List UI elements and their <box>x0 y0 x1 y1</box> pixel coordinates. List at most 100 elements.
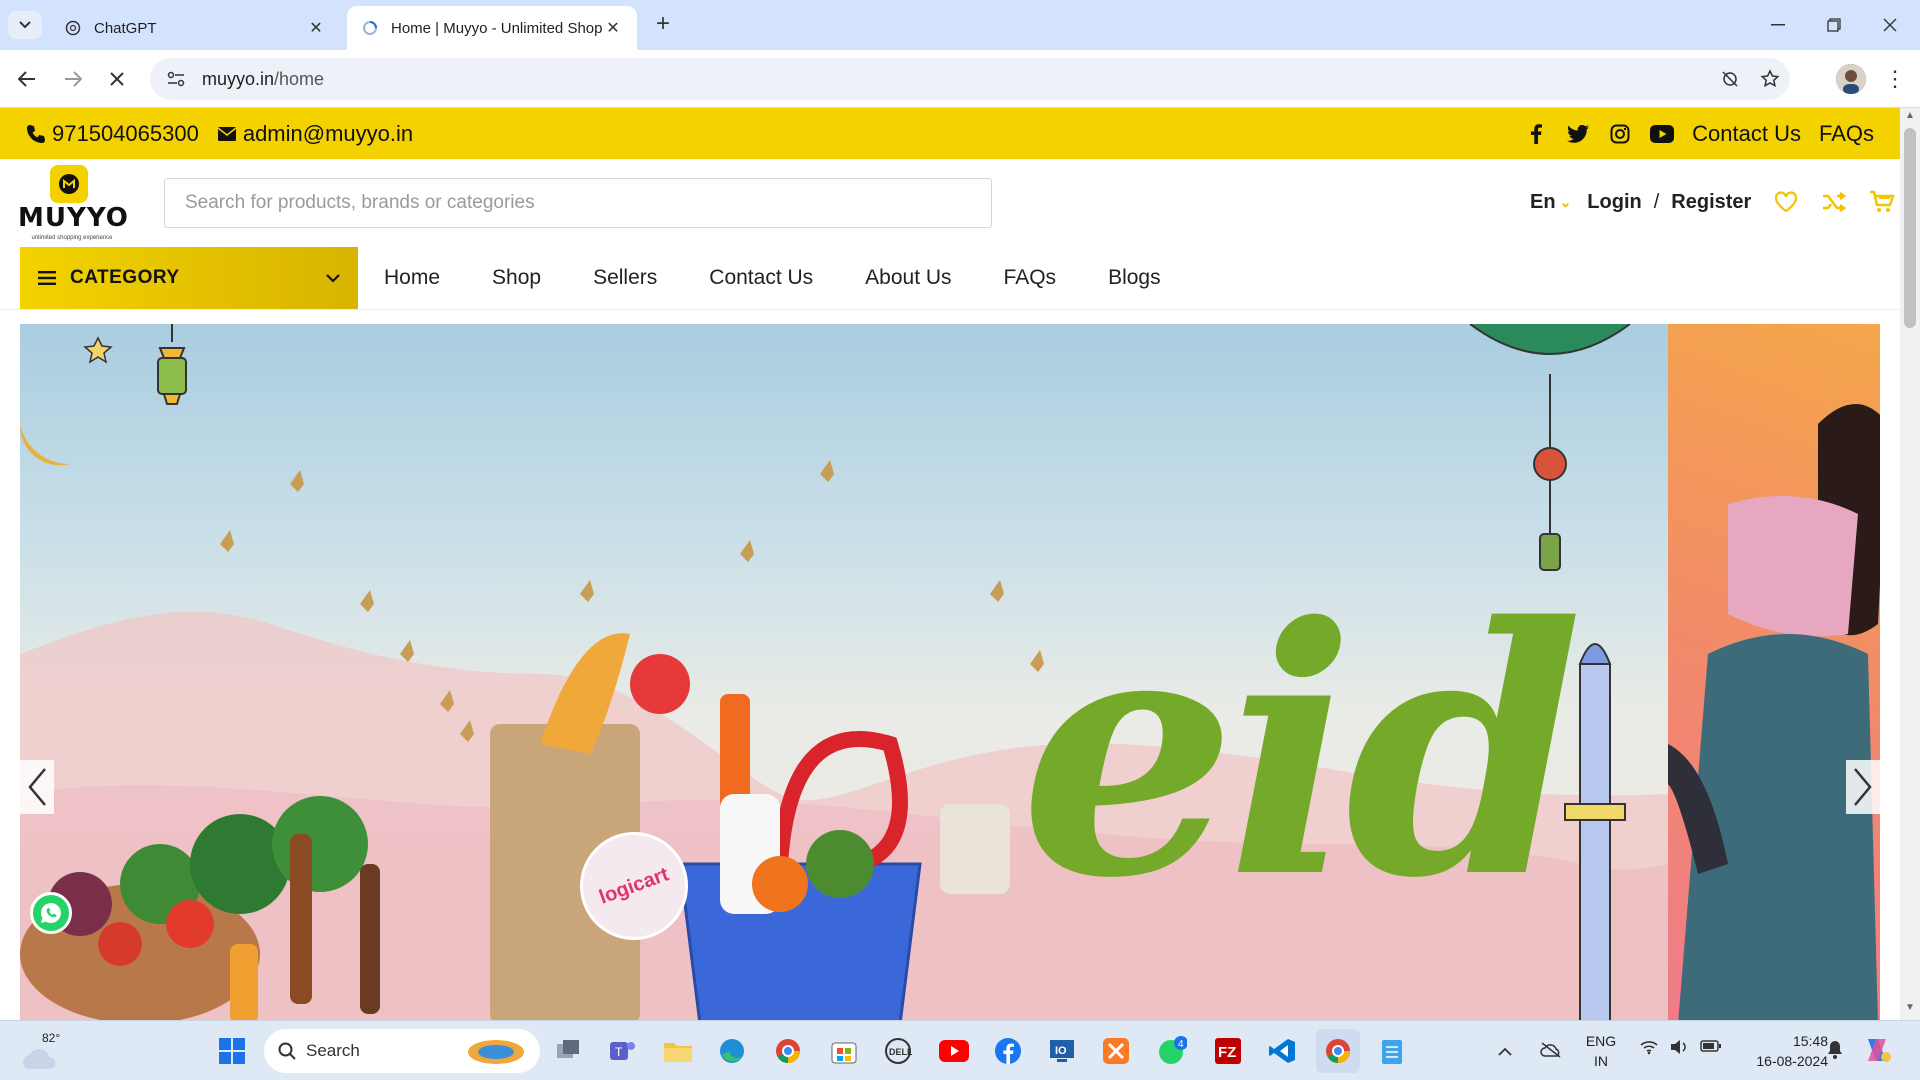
nav-about-us[interactable]: About Us <box>839 266 977 290</box>
twitter-icon[interactable] <box>1566 122 1590 146</box>
tab-title: Home | Muyyo - Unlimited Shop <box>391 19 603 37</box>
remote-desktop-icon[interactable]: IO <box>1040 1029 1084 1073</box>
cart-icon[interactable] <box>1869 189 1896 215</box>
teams-icon[interactable]: T <box>600 1029 644 1073</box>
system-clock[interactable]: 15:48 16-08-2024 <box>1732 1031 1828 1071</box>
close-tab-icon[interactable]: ✕ <box>306 18 326 38</box>
quick-settings[interactable] <box>1640 1039 1722 1060</box>
tracking-protection-icon[interactable] <box>1710 59 1750 99</box>
notification-bell-icon[interactable] <box>1826 1040 1844 1065</box>
instagram-icon[interactable] <box>1608 122 1632 146</box>
language-label: En <box>1530 190 1556 213</box>
nav-home[interactable]: Home <box>358 266 466 290</box>
vscode-icon[interactable] <box>1260 1029 1304 1073</box>
chrome-active-icon[interactable] <box>1316 1029 1360 1073</box>
show-hidden-icons-chevron-icon[interactable] <box>1498 1043 1512 1059</box>
wishlist-heart-icon[interactable] <box>1773 189 1799 215</box>
login-link[interactable]: Login <box>1587 191 1641 214</box>
site-logo[interactable]: MUYYO unlimited shopping experience <box>18 163 129 247</box>
nav-contact-us[interactable]: Contact Us <box>683 266 839 290</box>
browser-menu-icon[interactable]: ⋮ <box>1880 64 1910 94</box>
product-search-input[interactable] <box>164 178 992 228</box>
close-tab-icon[interactable]: ✕ <box>603 18 623 38</box>
back-button[interactable] <box>12 64 42 94</box>
task-view-icon[interactable] <box>546 1029 590 1073</box>
site-info-icon[interactable] <box>156 59 196 99</box>
chevron-down-icon <box>19 21 31 29</box>
chevron-down-icon <box>326 267 340 289</box>
auth-separator: / <box>1653 190 1660 213</box>
forward-button[interactable] <box>58 64 88 94</box>
clock-time: 15:48 <box>1792 1033 1828 1049</box>
eid-banner-slide: eid logicart <box>20 324 1668 1020</box>
slider-prev-button[interactable] <box>20 760 54 814</box>
category-label: CATEGORY <box>70 267 180 288</box>
microsoft-store-icon[interactable] <box>822 1029 866 1073</box>
whatsapp-icon <box>41 903 61 923</box>
header-actions: En ⌄ Login / Register <box>1530 189 1896 215</box>
profile-avatar[interactable] <box>1836 64 1866 94</box>
svg-text:IO: IO <box>1055 1045 1067 1057</box>
register-link[interactable]: Register <box>1671 191 1751 214</box>
url-text: muyyo.in/home <box>202 69 1710 90</box>
whatsapp-app-icon[interactable]: 4 <box>1150 1029 1194 1073</box>
phone-number: 971504065300 <box>52 120 199 146</box>
nav-menu: Home Shop Sellers Contact Us About Us FA… <box>358 247 1187 309</box>
topbar-contact-link[interactable]: Contact Us <box>1692 121 1801 147</box>
new-tab-button[interactable]: + <box>650 12 676 38</box>
windows-start-button[interactable] <box>210 1029 254 1073</box>
language-selector[interactable]: En ⌄ <box>1530 191 1571 214</box>
restore-button[interactable] <box>1814 10 1854 40</box>
nav-sellers[interactable]: Sellers <box>567 266 683 290</box>
chrome-icon[interactable] <box>766 1029 810 1073</box>
hamburger-icon <box>38 271 56 285</box>
nav-faqs[interactable]: FAQs <box>978 266 1083 290</box>
arrow-left-icon <box>18 71 35 87</box>
onedrive-offline-icon[interactable] <box>1540 1041 1562 1061</box>
category-dropdown-button[interactable]: CATEGORY <box>20 247 358 309</box>
address-bar[interactable]: muyyo.in/home <box>150 58 1790 100</box>
tab-muyyo[interactable]: Home | Muyyo - Unlimited Shop ✕ <box>347 6 637 50</box>
arrow-right-icon <box>65 71 82 87</box>
nav-shop[interactable]: Shop <box>466 266 567 290</box>
tab-chatgpt[interactable]: ChatGPT ✕ <box>50 6 340 50</box>
nav-blogs[interactable]: Blogs <box>1082 266 1187 290</box>
minimize-button[interactable] <box>1758 10 1798 40</box>
page-scrollbar[interactable]: ▲ ▼ <box>1900 108 1920 1020</box>
volume-icon <box>1670 1039 1688 1060</box>
slider-next-button[interactable] <box>1846 760 1880 814</box>
facebook-app-icon[interactable] <box>986 1029 1030 1073</box>
xampp-icon[interactable] <box>1094 1029 1138 1073</box>
facebook-icon[interactable] <box>1524 122 1548 146</box>
svg-text:T: T <box>615 1045 623 1059</box>
chevron-right-icon <box>1854 768 1872 806</box>
email-address: admin@muyyo.in <box>242 120 414 146</box>
youtube-icon[interactable] <box>1650 122 1675 146</box>
bookmark-star-icon[interactable] <box>1750 59 1790 99</box>
dell-icon[interactable]: DELL <box>876 1029 920 1073</box>
chatgpt-icon <box>64 19 82 37</box>
scroll-down-arrow[interactable]: ▼ <box>1900 1002 1920 1018</box>
filezilla-icon[interactable]: FZ <box>1206 1029 1250 1073</box>
loading-spinner-icon <box>361 19 379 37</box>
scroll-up-arrow[interactable]: ▲ <box>1900 110 1920 126</box>
tab-search-button[interactable] <box>8 11 42 39</box>
phone-contact[interactable]: 971504065300 admin@muyyo.in <box>26 121 413 147</box>
taskbar-search[interactable]: Search <box>264 1029 540 1073</box>
topbar-faqs-link[interactable]: FAQs <box>1819 121 1874 147</box>
close-window-button[interactable] <box>1870 10 1910 40</box>
logo-text: MUYYO <box>18 203 129 233</box>
file-explorer-icon[interactable] <box>656 1029 700 1073</box>
stop-loading-button[interactable] <box>102 64 132 94</box>
compare-shuffle-icon[interactable] <box>1821 189 1847 215</box>
whatsapp-chat-button[interactable] <box>30 892 72 934</box>
copilot-icon[interactable] <box>1862 1035 1892 1070</box>
input-language[interactable]: ENG IN <box>1578 1031 1624 1071</box>
weather-widget[interactable]: 82° <box>20 1031 80 1075</box>
website-viewport: 971504065300 admin@muyyo.in Contact Us F… <box>0 108 1900 1020</box>
edge-browser-icon[interactable] <box>710 1029 754 1073</box>
notepad-icon[interactable] <box>1370 1029 1414 1073</box>
scrollbar-thumb[interactable] <box>1904 128 1916 328</box>
youtube-app-icon[interactable] <box>932 1029 976 1073</box>
eid-headline: eid <box>1020 554 1583 953</box>
